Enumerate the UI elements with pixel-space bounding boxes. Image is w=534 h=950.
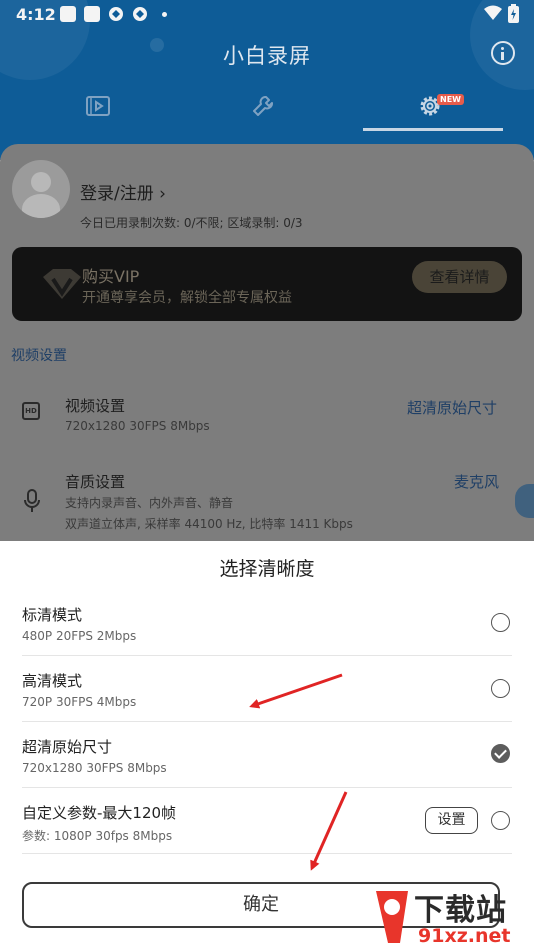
option-sub: 720P 30FPS 4Mbps: [22, 695, 137, 709]
wifi-icon: [484, 5, 502, 20]
status-time: 4:12: [16, 5, 56, 24]
radio-custom[interactable]: [491, 811, 510, 830]
view-details-button[interactable]: 查看详情: [412, 261, 507, 293]
divider: [22, 655, 512, 656]
avatar[interactable]: [12, 160, 70, 218]
film-icon: [86, 96, 110, 116]
custom-settings-button[interactable]: 设置: [425, 807, 478, 834]
notification-icon: [84, 6, 100, 22]
tab-tools[interactable]: [243, 86, 283, 126]
option-title: 超清原始尺寸: [22, 738, 113, 756]
hd-icon: HD: [22, 402, 40, 420]
watermark-domain: 91xz.net: [418, 925, 511, 947]
audio-settings-value[interactable]: 麦克风: [454, 471, 499, 492]
sync-icon: [133, 7, 147, 21]
new-badge: NEW: [437, 94, 464, 105]
floating-record-button[interactable]: [515, 484, 534, 518]
active-tab-indicator: [363, 128, 503, 131]
option-sub: 参数: 1080P 30fps 8Mbps: [22, 829, 173, 843]
usage-text: 今日已用录制次数: 0/不限; 区域录制: 0/3: [80, 216, 303, 230]
video-settings-sub: 720x1280 30FPS 8Mbps: [65, 419, 210, 433]
avatar-head: [31, 172, 51, 192]
vip-banner[interactable]: 购买VIP 开通尊享会员，解锁全部专属权益 查看详情: [12, 247, 522, 321]
info-button[interactable]: [491, 41, 515, 65]
more-notifications-dot: [162, 12, 167, 17]
watermark-logo-icon: [376, 891, 408, 943]
audio-settings-sub: 支持内录声音、内外声音、静音: [65, 496, 234, 510]
option-original[interactable]: 超清原始尺寸 720x1280 30FPS 8Mbps: [0, 728, 534, 794]
divider: [22, 787, 512, 788]
audio-settings-detail: 双声道立体声, 采样率 44100 Hz, 比特率 1411 Kbps: [65, 517, 353, 531]
divider: [22, 721, 512, 722]
notification-icon: [60, 6, 76, 22]
app-title: 小白录屏: [223, 44, 311, 68]
option-sub: 480P 20FPS 2Mbps: [22, 629, 137, 643]
settings-panel: 登录/注册 › 今日已用录制次数: 0/不限; 区域录制: 0/3 购买VIP …: [0, 144, 534, 564]
option-title: 标清模式: [22, 606, 83, 624]
status-bar: 4:12: [0, 0, 534, 30]
battery-icon: [508, 4, 519, 23]
audio-settings-title[interactable]: 音质设置: [65, 471, 125, 492]
microphone-icon: [24, 489, 40, 512]
avatar-body: [22, 194, 60, 218]
watermark-brand: 下载站: [414, 893, 507, 928]
option-title: 自定义参数-最大120帧: [22, 804, 177, 822]
option-sub: 720x1280 30FPS 8Mbps: [22, 761, 167, 775]
video-settings-title[interactable]: 视频设置: [65, 395, 125, 416]
option-title: 高清模式: [22, 672, 83, 690]
sheet-title: 选择清晰度: [219, 558, 315, 580]
radio-original[interactable]: [491, 744, 510, 763]
radio-sd[interactable]: [491, 613, 510, 632]
app-header: 4:12 小白录屏 NEW: [0, 0, 534, 160]
option-sd[interactable]: 标清模式 480P 20FPS 2Mbps: [0, 596, 534, 662]
tab-videos[interactable]: [78, 86, 118, 126]
login-register-link[interactable]: 登录/注册 ›: [80, 179, 166, 204]
tab-settings[interactable]: [410, 86, 450, 126]
vip-title: 购买VIP: [82, 267, 140, 286]
option-hd[interactable]: 高清模式 720P 30FPS 4Mbps: [0, 662, 534, 728]
divider: [22, 853, 512, 854]
sync-icon: [109, 7, 123, 21]
watermark: 下载站 91xz.net: [370, 885, 534, 950]
video-settings-value[interactable]: 超清原始尺寸: [407, 397, 497, 418]
vip-diamond-icon: [43, 269, 81, 299]
section-header-video: 视频设置: [11, 348, 67, 364]
wrench-icon: [253, 96, 273, 116]
vip-subtitle: 开通尊享会员，解锁全部专属权益: [82, 290, 292, 306]
radio-hd[interactable]: [491, 679, 510, 698]
